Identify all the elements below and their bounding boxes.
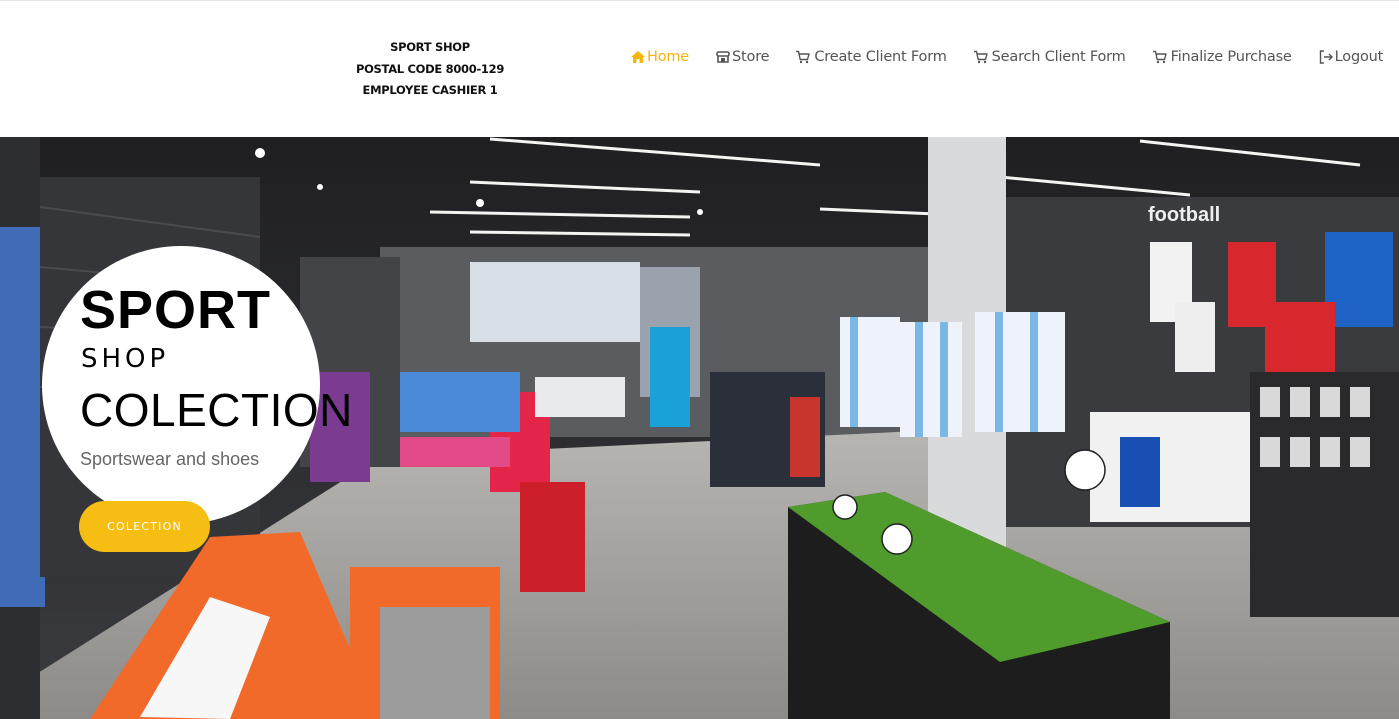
- nav-store[interactable]: Store: [715, 49, 770, 65]
- nav-finalize-purchase-label: Finalize Purchase: [1170, 49, 1292, 65]
- nav-search-client-form-label: Search Client Form: [991, 49, 1126, 65]
- cart-icon: [796, 50, 811, 64]
- hero-title: SPORT: [80, 280, 272, 340]
- employee-info: EMPLOYEE CASHIER 1: [362, 83, 498, 97]
- nav-finalize-purchase[interactable]: Finalize Purchase: [1152, 49, 1292, 65]
- nav-home-label: Home: [647, 49, 690, 65]
- hero-banner: football SPORT SHOP COLECTION Sportswear…: [0, 137, 1399, 719]
- postal-code: POSTAL CODE 8000-129: [355, 61, 505, 76]
- nav-home[interactable]: Home: [630, 49, 689, 65]
- collection-button[interactable]: COLECTION: [79, 501, 210, 552]
- nav-logout-label: Logout: [1334, 49, 1384, 65]
- nav-create-client-form[interactable]: Create Client Form: [795, 49, 947, 65]
- football-sign: football: [1148, 204, 1220, 226]
- hero-description: Sportswear and shoes: [80, 449, 260, 469]
- hero-heading: COLECTION: [80, 384, 353, 436]
- main-nav: Home Store Create Client Form Search Cli…: [630, 46, 1383, 68]
- home-icon: [631, 51, 645, 63]
- shop-name: SPORT SHOP: [390, 40, 470, 54]
- cart-icon: [973, 50, 988, 64]
- site-header: SPORT SHOP POSTAL CODE 8000-129 EMPLOYEE…: [0, 1, 1399, 137]
- nav-store-label: Store: [732, 49, 770, 65]
- store-icon: [716, 51, 730, 63]
- logout-icon: [1319, 50, 1333, 64]
- shop-info: SPORT SHOP POSTAL CODE 8000-129 EMPLOYEE…: [330, 37, 530, 102]
- cart-icon: [1152, 50, 1167, 64]
- hero-subtitle: SHOP: [81, 344, 170, 374]
- nav-search-client-form[interactable]: Search Client Form: [973, 49, 1126, 65]
- nav-logout[interactable]: Logout: [1318, 49, 1383, 65]
- nav-create-client-form-label: Create Client Form: [814, 49, 947, 65]
